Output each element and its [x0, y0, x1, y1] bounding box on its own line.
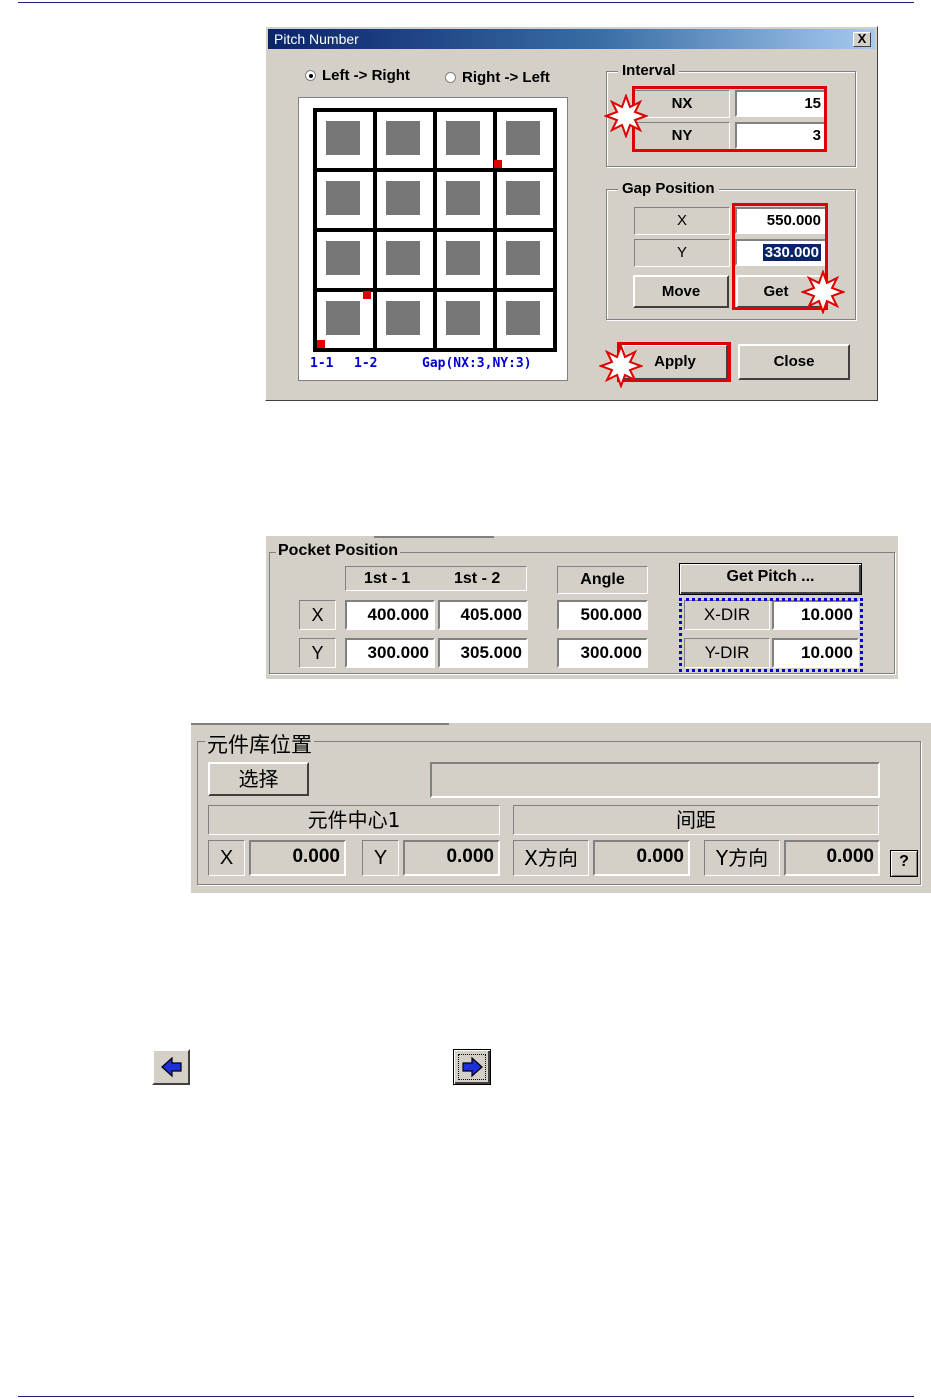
pitch-marker	[317, 340, 325, 348]
callout-star-icon	[604, 94, 648, 138]
help-button[interactable]: ?	[890, 850, 918, 877]
pocket-pad	[326, 241, 360, 275]
pocket-cell	[373, 168, 437, 232]
radio-checked-icon	[305, 70, 316, 81]
cn-y-label: Y	[362, 840, 399, 876]
pocket-cell	[493, 108, 557, 172]
pocket-grid	[313, 108, 557, 352]
pocket-pad	[446, 301, 480, 335]
tab-edge	[374, 536, 494, 540]
pocket-pad	[386, 121, 420, 155]
pocket-position-title: Pocket Position	[276, 542, 401, 560]
legend-gap: Gap(NX:3,NY:3)	[422, 356, 532, 371]
bottom-page-rule	[18, 1396, 914, 1397]
interval-title: Interval	[618, 62, 680, 79]
pocket-pad	[386, 241, 420, 275]
pitch-marker	[494, 160, 502, 168]
pocket-y-1st1-input[interactable]: 300.000	[345, 638, 435, 668]
pocket-pad	[446, 241, 480, 275]
pocket-pad	[506, 121, 540, 155]
pocket-col-header: 1st - 1 1st - 2	[345, 566, 527, 591]
tab-edge	[191, 723, 449, 727]
pocket-x-1st1-input[interactable]: 400.000	[345, 600, 435, 630]
center-header: 元件中心1	[208, 805, 500, 835]
select-button[interactable]: 选择	[208, 762, 309, 796]
pocket-x-1st2-input[interactable]: 405.000	[438, 600, 528, 630]
close-icon[interactable]: X	[853, 32, 871, 47]
pocket-pad	[386, 301, 420, 335]
gap-x-label: X	[634, 207, 730, 235]
pocket-cell	[373, 288, 437, 352]
gap-position-title: Gap Position	[618, 180, 719, 197]
pocket-pad	[386, 181, 420, 215]
gap-y-label: Y	[634, 239, 730, 267]
pocket-pad	[326, 121, 360, 155]
arrow-left-icon	[161, 1056, 182, 1078]
cn-ydir-input[interactable]: 0.000	[784, 840, 880, 876]
cn-xdir-label: X方向	[513, 840, 589, 876]
legend-1-2: 1-2	[354, 356, 378, 371]
interval-highlight	[632, 86, 827, 152]
cn-xdir-input[interactable]: 0.000	[593, 840, 690, 876]
callout-star-icon	[801, 270, 845, 314]
pocket-cell	[313, 168, 377, 232]
pocket-pad	[446, 121, 480, 155]
cn-ydir-label: Y方向	[704, 840, 780, 876]
radio-unchecked-icon	[445, 72, 456, 83]
angle-header: Angle	[557, 566, 648, 594]
pocket-y-label: Y	[299, 638, 336, 668]
col-1st-2-label: 1st - 2	[454, 570, 501, 587]
pocket-cell	[433, 108, 497, 172]
pocket-cell	[433, 228, 497, 292]
pocket-pad	[326, 181, 360, 215]
spacing-header: 间距	[513, 805, 879, 835]
radio-left-to-right[interactable]: Left -> Right	[305, 67, 410, 84]
library-path-field[interactable]	[430, 762, 880, 798]
pocket-pad	[506, 241, 540, 275]
cn-y-input[interactable]: 0.000	[403, 840, 500, 876]
close-button[interactable]: Close	[738, 344, 850, 380]
arrow-right-icon	[462, 1056, 483, 1078]
pocket-cell	[373, 228, 437, 292]
pocket-cell	[313, 108, 377, 172]
cn-x-label: X	[208, 840, 245, 876]
col-1st-1-label: 1st - 1	[364, 570, 411, 587]
pocket-pad	[326, 301, 360, 335]
pocket-cell	[493, 288, 557, 352]
radio-rtl-label: Right -> Left	[462, 69, 550, 86]
radio-ltr-label: Left -> Right	[322, 67, 410, 84]
pocket-x-label: X	[299, 600, 336, 630]
pocket-cell	[373, 108, 437, 172]
pocket-cell	[313, 228, 377, 292]
cn-x-input[interactable]: 0.000	[249, 840, 346, 876]
previous-page-button[interactable]	[152, 1049, 190, 1085]
pitch-marker	[363, 291, 371, 299]
dir-highlight	[679, 598, 863, 672]
pocket-cell	[433, 168, 497, 232]
pocket-cell	[433, 288, 497, 352]
move-button[interactable]: Move	[633, 275, 729, 308]
pocket-cell	[493, 168, 557, 232]
pocket-pad	[506, 301, 540, 335]
get-pitch-button[interactable]: Get Pitch ...	[679, 563, 862, 595]
pocket-y-1st2-input[interactable]: 305.000	[438, 638, 528, 668]
next-page-button[interactable]	[453, 1049, 491, 1085]
callout-star-icon	[599, 344, 643, 388]
dialog-title: Pitch Number	[274, 31, 359, 47]
pocket-cell	[493, 228, 557, 292]
legend-1-1: 1-1	[310, 356, 334, 371]
pocket-y-angle-input[interactable]: 300.000	[557, 638, 648, 668]
radio-right-to-left[interactable]: Right -> Left	[445, 69, 550, 86]
top-page-rule	[18, 2, 914, 3]
pocket-pad	[446, 181, 480, 215]
pocket-pad	[506, 181, 540, 215]
component-library-title: 元件库位置	[205, 729, 314, 759]
dialog-titlebar: Pitch Number X	[268, 29, 875, 49]
pocket-x-angle-input[interactable]: 500.000	[557, 600, 648, 630]
